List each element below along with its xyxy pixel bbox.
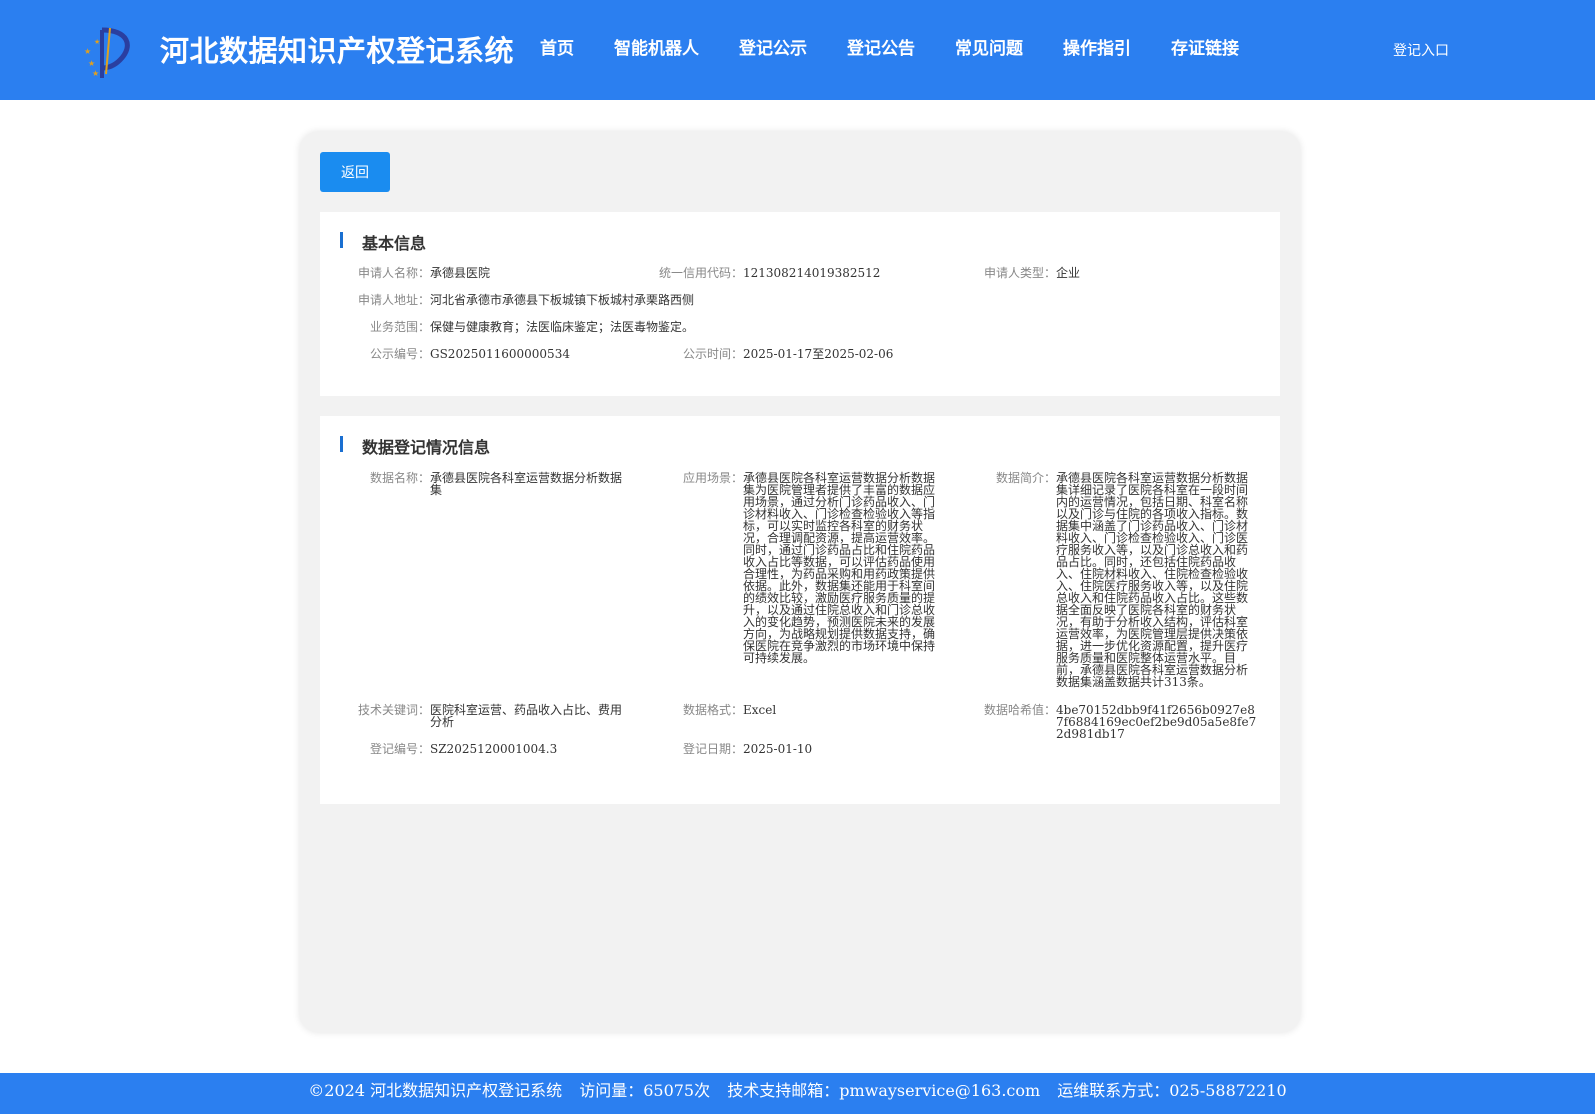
credit-code-label: 统一信用代码：: [658, 266, 743, 280]
intro-field: 数据简介： 承德县医院各科室运营数据分析数据集详细记录了医院各科室在一段时间内的…: [946, 472, 1251, 688]
reg-date-value: 2025-01-10: [743, 742, 813, 756]
intro-value: 承德县医院各科室运营数据分析数据集详细记录了医院各科室在一段时间内的运营情况，包…: [1056, 471, 1249, 689]
registration-info-card: 数据登记情况信息 数据名称： 承德县医院各科室运营数据分析数据集 应用场景： 承…: [320, 416, 1280, 804]
scenario-label: 应用场景：: [682, 471, 743, 485]
main-nav: 首页 智能机器人 登记公示 登记公告 常见问题 操作指引 存证链接: [540, 34, 1279, 59]
address-label: 申请人地址：: [357, 293, 430, 307]
top-header: ★ ★ ★ ★ 河北数据知识产权登记系统 首页 智能机器人 登记公示 登记公告 …: [0, 0, 1595, 100]
registration-info-title: 数据登记情况信息: [340, 434, 490, 458]
data-name-field: 数据名称： 承德县医院各科室运营数据分析数据集: [320, 472, 625, 496]
credit-code-field: 统一信用代码： 121308214019382512: [633, 267, 880, 279]
nav-publicity[interactable]: 登记公示: [739, 34, 807, 59]
notice-time-value: 2025-01-17至2025-02-06: [743, 347, 894, 361]
scenario-value: 承德县医院各科室运营数据分析数据集为医院管理者提供了丰富的数据应用场景，通过分析…: [743, 471, 936, 665]
reg-no-value: SZ2025120001004.3: [430, 742, 558, 756]
reg-date-field: 登记日期： 2025-01-10: [633, 743, 812, 755]
notice-no-field: 公示编号： GS2025011600000534: [320, 348, 570, 360]
nav-announcement[interactable]: 登记公告: [847, 34, 915, 59]
hash-field: 数据哈希值： 4be70152dbb9f41f2656b0927e87f6884…: [946, 704, 1261, 740]
footer-contact: 运维联系方式：025-58872210: [1057, 1081, 1287, 1100]
svg-text:★: ★: [92, 69, 99, 78]
nav-home[interactable]: 首页: [540, 34, 574, 59]
svg-text:★: ★: [88, 59, 95, 68]
scope-value: 保健与健康教育；法医临床鉴定；法医毒物鉴定。: [430, 320, 695, 334]
credit-code-value: 121308214019382512: [743, 266, 881, 280]
scenario-field: 应用场景： 承德县医院各科室运营数据分析数据集为医院管理者提供了丰富的数据应用场…: [633, 472, 938, 664]
site-title: 河北数据知识产权登记系统: [160, 34, 515, 68]
basic-info-card: 基本信息 申请人名称： 承德县医院 统一信用代码： 12130821401938…: [320, 212, 1280, 396]
scope-field: 业务范围： 保健与健康教育；法医临床鉴定；法医毒物鉴定。: [320, 321, 694, 333]
svg-text:★: ★: [94, 38, 100, 46]
page-footer: ©2024 河北数据知识产权登记系统 访问量：65075次 技术支持邮箱：pmw…: [0, 1073, 1595, 1114]
footer-visits: 访问量：65075次: [579, 1081, 711, 1100]
applicant-type-field: 申请人类型： 企业: [946, 267, 1080, 279]
format-field: 数据格式： Excel: [633, 704, 776, 716]
notice-no-label: 公示编号：: [369, 347, 430, 361]
footer-email: 技术支持邮箱：pmwayservice@163.com: [727, 1081, 1041, 1100]
back-button[interactable]: 返回: [320, 152, 390, 192]
format-value: Excel: [743, 703, 777, 717]
nav-faq[interactable]: 常见问题: [955, 34, 1023, 59]
applicant-name-value: 承德县医院: [430, 266, 491, 280]
login-link[interactable]: 登记入口: [1393, 40, 1449, 60]
nav-evidence-link[interactable]: 存证链接: [1171, 34, 1239, 59]
address-value: 河北省承德市承德县下板城镇下板城村承栗路西侧: [430, 293, 695, 307]
notice-time-field: 公示时间： 2025-01-17至2025-02-06: [633, 348, 893, 360]
data-name-label: 数据名称：: [369, 471, 430, 485]
applicant-type-value: 企业: [1056, 266, 1081, 280]
hash-label: 数据哈希值：: [983, 703, 1056, 717]
scope-label: 业务范围：: [369, 320, 430, 334]
format-label: 数据格式：: [682, 703, 743, 717]
site-logo-icon: ★ ★ ★ ★: [84, 27, 130, 78]
intro-label: 数据简介：: [995, 471, 1056, 485]
reg-date-label: 登记日期：: [682, 742, 743, 756]
notice-time-label: 公示时间：: [682, 347, 743, 361]
hash-value: 4be70152dbb9f41f2656b0927e87f6884169ec0e…: [1056, 703, 1257, 741]
reg-no-label: 登记编号：: [369, 742, 430, 756]
applicant-name-field: 申请人名称： 承德县医院: [320, 267, 490, 279]
applicant-type-label: 申请人类型：: [983, 266, 1056, 280]
detail-panel: 返回 基本信息 申请人名称： 承德县医院 统一信用代码： 12130821401…: [300, 132, 1300, 1032]
address-field: 申请人地址： 河北省承德市承德县下板城镇下板城村承栗路西侧: [320, 294, 694, 306]
nav-robot[interactable]: 智能机器人: [614, 34, 699, 59]
keywords-value: 医院科室运营、药品收入占比、费用分析: [430, 703, 623, 729]
keywords-label: 技术关键词：: [357, 703, 430, 717]
basic-info-title: 基本信息: [340, 230, 426, 254]
reg-no-field: 登记编号： SZ2025120001004.3: [320, 743, 557, 755]
nav-guide[interactable]: 操作指引: [1063, 34, 1131, 59]
notice-no-value: GS2025011600000534: [430, 347, 570, 361]
keywords-field: 技术关键词： 医院科室运营、药品收入占比、费用分析: [320, 704, 625, 728]
applicant-name-label: 申请人名称：: [357, 266, 430, 280]
data-name-value: 承德县医院各科室运营数据分析数据集: [430, 471, 623, 497]
footer-copyright: ©2024 河北数据知识产权登记系统: [308, 1081, 563, 1100]
svg-text:★: ★: [84, 47, 91, 56]
